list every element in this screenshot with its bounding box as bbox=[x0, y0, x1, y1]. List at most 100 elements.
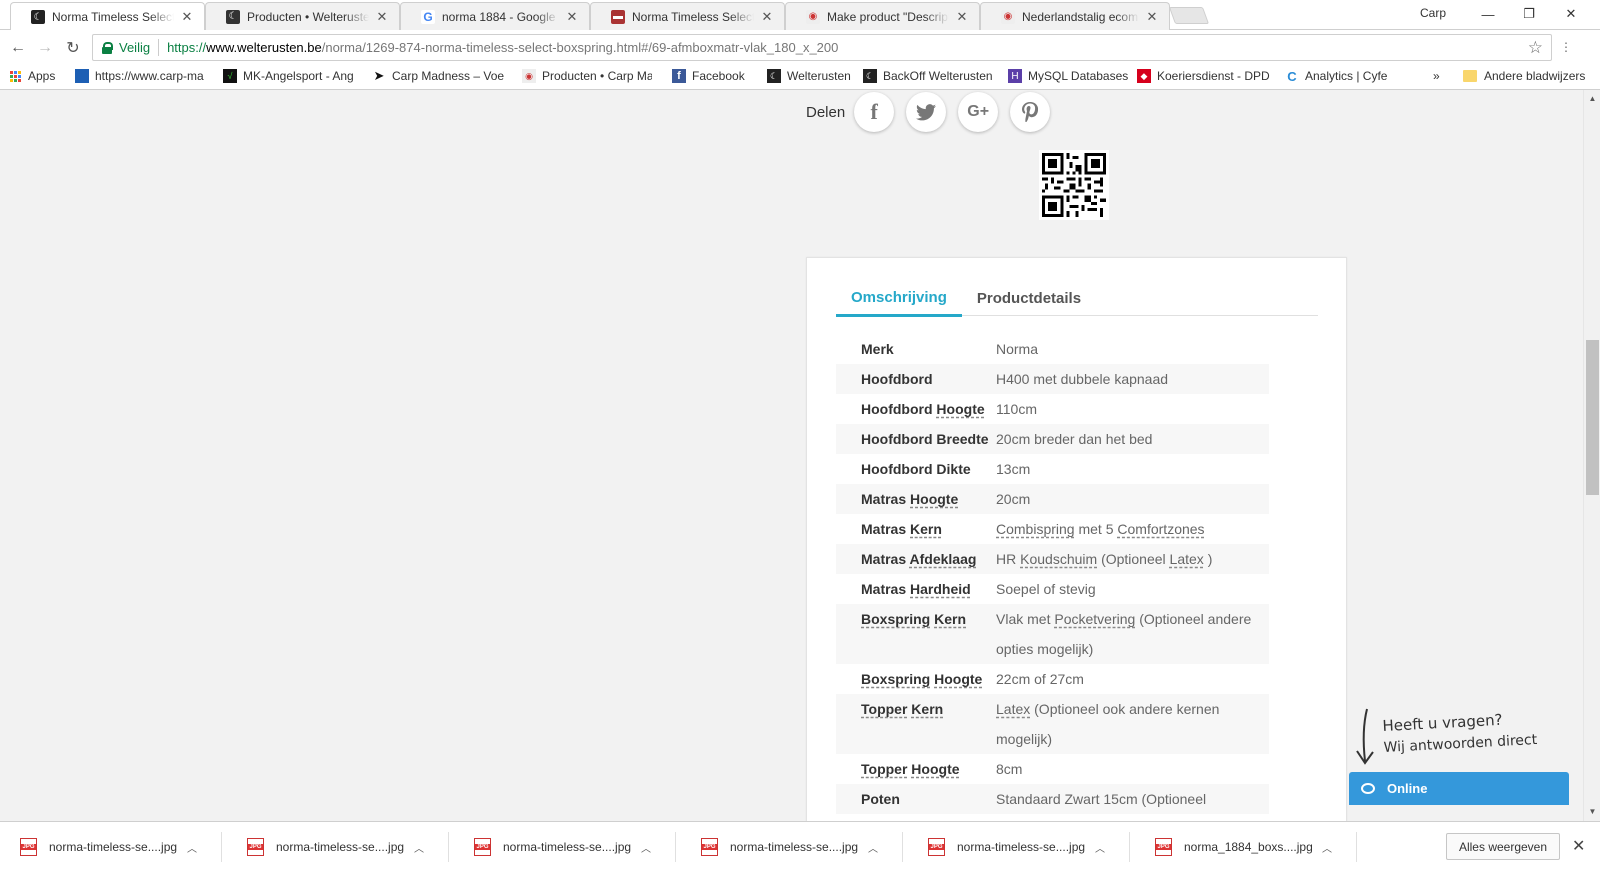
address-bar[interactable]: Veilig https://www.welterusten.be/norma/… bbox=[92, 34, 1552, 61]
spec-row: Matras Hoogte 20cm bbox=[836, 484, 1269, 514]
close-tab-icon[interactable]: ✕ bbox=[375, 9, 389, 25]
bookmark-mysql[interactable]: H MySQL Databases bbox=[1008, 69, 1128, 83]
tab-title: Make product "Descriptio bbox=[827, 9, 949, 24]
spec-value: Norma bbox=[996, 341, 1039, 357]
chat-callout: Heeft u vragen? Wij antwoorden direct bbox=[1353, 707, 1558, 769]
chevron-up-icon[interactable]: ︿ bbox=[641, 840, 651, 855]
jpg-file-icon: JPG bbox=[701, 838, 718, 856]
close-tab-icon[interactable]: ✕ bbox=[1145, 9, 1159, 25]
spec-key: Topper Hoogte bbox=[861, 761, 960, 777]
bookmark-mk-angelsport[interactable]: √ MK-Angelsport - Ang bbox=[223, 69, 358, 83]
chevron-up-icon[interactable]: ︿ bbox=[868, 840, 878, 855]
bookmark-backoff[interactable]: ☾ BackOff Welterusten bbox=[863, 69, 993, 83]
spec-key: Hoofdbord Breedte bbox=[836, 424, 996, 454]
bookmark-other[interactable]: Andere bladwijzers bbox=[1463, 69, 1585, 83]
chevron-up-icon[interactable]: ︿ bbox=[1095, 840, 1105, 855]
spec-value: Standaard Zwart 15cm (Optioneel bbox=[996, 784, 1269, 814]
chat-status: Online bbox=[1387, 781, 1428, 796]
back-arrow-icon[interactable]: ← bbox=[7, 37, 29, 59]
tab-title: Norma Timeless Select Bo bbox=[632, 9, 754, 24]
chevron-up-icon[interactable]: ︿ bbox=[1322, 840, 1332, 855]
bookmark-cyfe[interactable]: C Analytics | Cyfe bbox=[1285, 69, 1387, 84]
browser-tab-2[interactable]: ☾ Producten • Welterusten ✕ bbox=[205, 2, 400, 30]
page-viewport: Delen f G+ Omschrijving Productdetails M… bbox=[0, 90, 1583, 821]
chat-online-button[interactable]: Online bbox=[1349, 772, 1569, 805]
tab-title: Producten • Welterusten bbox=[247, 9, 369, 24]
google-plus-share-icon[interactable]: G+ bbox=[958, 92, 999, 132]
show-all-downloads-button[interactable]: Alles weergeven bbox=[1446, 833, 1560, 860]
page-scrollbar[interactable]: ▲ ▼ bbox=[1583, 90, 1600, 821]
spec-key: Topper Kern bbox=[836, 694, 996, 754]
reload-icon[interactable]: ↻ bbox=[62, 37, 84, 59]
spec-value: H400 met dubbele kapnaad bbox=[996, 364, 1269, 394]
menu-dots-icon[interactable]: ⋮ bbox=[1560, 40, 1572, 54]
spec-row: Merk Norma bbox=[836, 334, 1269, 364]
product-info-card: Omschrijving Productdetails Merk Norma Hoo… bbox=[806, 257, 1347, 821]
chevron-up-icon[interactable]: ︿ bbox=[187, 840, 197, 855]
bookmark-label: BackOff Welterusten bbox=[883, 69, 993, 83]
spec-row: Hoofdbord Hoogte 110cm bbox=[836, 394, 1269, 424]
hand-drawn-arrow-icon bbox=[1356, 708, 1374, 765]
bookmark-producten-carp[interactable]: ◉ Producten • Carp Ma bbox=[522, 69, 652, 83]
download-item-5[interactable]: JPG norma-timeless-se....jpg ︿ bbox=[908, 832, 1130, 862]
bookmark-welterusten[interactable]: ☾ Welterusten bbox=[767, 69, 851, 83]
spec-value: 20cm bbox=[996, 484, 1269, 514]
new-tab-button[interactable] bbox=[1168, 7, 1210, 24]
share-label: Delen bbox=[806, 103, 846, 121]
spec-row: Topper Hoogte 8cm bbox=[836, 754, 1269, 784]
bookmark-dpd[interactable]: ◆ Koeriersdienst - DPD bbox=[1137, 69, 1285, 83]
close-tab-icon[interactable]: ✕ bbox=[955, 9, 969, 25]
tab-omschrijving[interactable]: Omschrijving bbox=[836, 281, 962, 317]
download-item-3[interactable]: JPG norma-timeless-se....jpg ︿ bbox=[454, 832, 676, 862]
flag-icon: ▬ bbox=[611, 9, 625, 24]
jpg-file-icon: JPG bbox=[1155, 838, 1172, 856]
bookmarks-overflow-button[interactable]: » bbox=[1433, 69, 1440, 83]
profile-name[interactable]: Carp bbox=[1420, 6, 1446, 20]
spec-value: 22cm of 27cm bbox=[996, 671, 1084, 687]
close-tab-icon[interactable]: ✕ bbox=[180, 9, 194, 25]
tab-title: norma 1884 - Google zoe bbox=[442, 9, 559, 24]
browser-tab-6[interactable]: ◉ Nederlandstalig ecomme ✕ bbox=[980, 2, 1170, 30]
forward-arrow-icon[interactable]: → bbox=[34, 37, 56, 59]
bookmark-facebook[interactable]: f Facebook bbox=[672, 69, 745, 83]
scroll-up-icon[interactable]: ▲ bbox=[1584, 92, 1600, 106]
chevron-up-icon[interactable]: ︿ bbox=[414, 840, 424, 855]
restore-icon[interactable]: ❐ bbox=[1519, 4, 1539, 24]
download-item-4[interactable]: JPG norma-timeless-se....jpg ︿ bbox=[681, 832, 903, 862]
close-window-icon[interactable]: ✕ bbox=[1561, 4, 1581, 24]
moon-icon: ☾ bbox=[863, 69, 877, 83]
scroll-thumb[interactable] bbox=[1586, 340, 1599, 495]
bookmark-label: MySQL Databases bbox=[1028, 69, 1129, 83]
scroll-down-icon[interactable]: ▼ bbox=[1584, 805, 1600, 819]
close-shelf-icon[interactable]: ✕ bbox=[1572, 836, 1585, 856]
spec-value: Soepel of stevig bbox=[996, 581, 1096, 597]
browser-tab-5[interactable]: ◉ Make product "Descriptio ✕ bbox=[785, 2, 980, 30]
pinterest-share-icon[interactable] bbox=[1010, 92, 1051, 132]
spec-key: Merk bbox=[861, 341, 894, 357]
bookmark-carp-madness[interactable]: ➤ Carp Madness – Voert bbox=[372, 68, 504, 83]
browser-tab-1[interactable]: ☾ Norma Timeless Select Bo ✕ bbox=[10, 2, 205, 31]
download-item-2[interactable]: JPG norma-timeless-se....jpg ︿ bbox=[227, 832, 449, 862]
omnibox-separator bbox=[158, 39, 160, 56]
bookmark-star-icon[interactable]: ☆ bbox=[1528, 38, 1543, 58]
minimize-icon[interactable]: — bbox=[1478, 4, 1498, 24]
bookmark-apps[interactable]: Apps bbox=[10, 69, 55, 83]
jpg-file-icon: JPG bbox=[928, 838, 945, 856]
download-item-6[interactable]: JPG norma_1884_boxs....jpg ︿ bbox=[1135, 832, 1357, 862]
close-tab-icon[interactable]: ✕ bbox=[565, 9, 579, 25]
bookmark-carp-ma[interactable]: https://www.carp-ma bbox=[75, 69, 207, 83]
twitter-share-icon[interactable] bbox=[906, 92, 947, 132]
browser-tab-3[interactable]: G norma 1884 - Google zoe ✕ bbox=[400, 2, 590, 30]
download-item-1[interactable]: JPG norma-timeless-se....jpg ︿ bbox=[0, 832, 222, 862]
tab-label: Omschrijving bbox=[851, 289, 947, 306]
browser-toolbar: ← → ↻ Veilig https://www.welterusten.be /… bbox=[0, 30, 1600, 65]
spec-value: HR Koudschuim (Optioneel Latex ) bbox=[996, 544, 1269, 574]
url-scheme: https:// bbox=[167, 40, 207, 55]
spec-value: Combispring met 5 Comfortzones bbox=[996, 521, 1205, 537]
tab-productdetails[interactable]: Productdetails bbox=[962, 281, 1096, 316]
browser-tab-4[interactable]: ▬ Norma Timeless Select Bo ✕ bbox=[590, 2, 785, 30]
spec-row: Matras Afdeklaag HR Koudschuim (Optioneel… bbox=[836, 544, 1269, 574]
close-tab-icon[interactable]: ✕ bbox=[760, 9, 774, 25]
facebook-share-icon[interactable]: f bbox=[854, 92, 895, 132]
lock-icon bbox=[102, 41, 113, 54]
